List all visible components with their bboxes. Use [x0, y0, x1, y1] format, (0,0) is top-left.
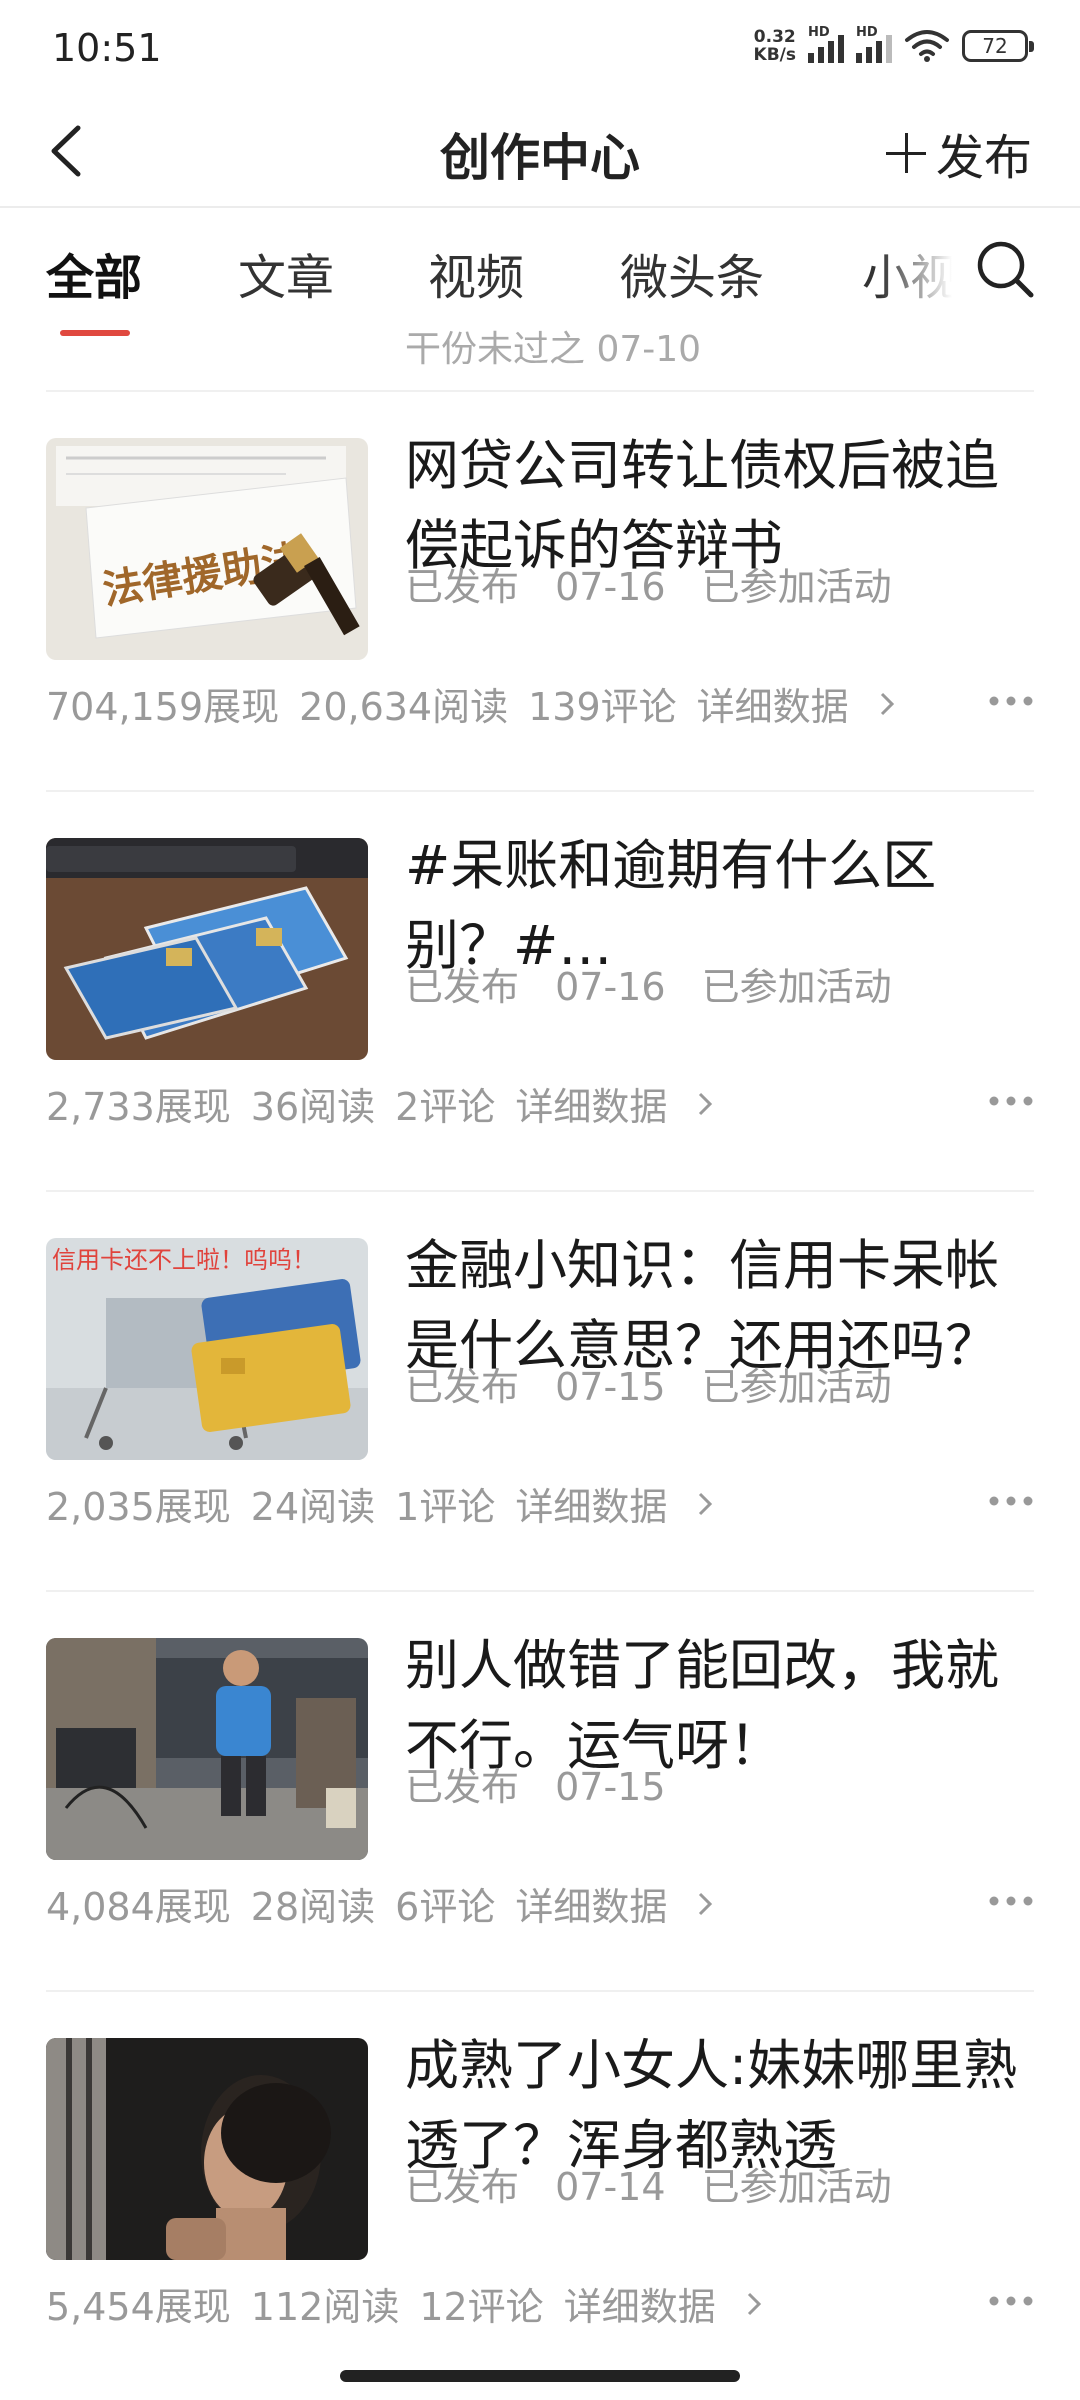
search-icon[interactable]	[974, 238, 1036, 300]
wifi-icon	[905, 30, 949, 62]
reads-count: 36阅读	[250, 1085, 376, 1129]
more-options-icon[interactable]	[988, 1095, 1034, 1107]
publish-status: 已发布	[405, 1365, 520, 1409]
detail-data-link[interactable]: 详细数据	[697, 676, 895, 731]
net-speed: 0.32 KB/s	[754, 28, 796, 64]
views-count: 704,159展现	[46, 685, 280, 729]
list-item[interactable]: 信用卡还不上啦！呜呜！ 金融小知识：信用卡呆帐是什么意思？还用还吗？ 已发布 0…	[0, 1190, 1080, 1590]
more-options-icon[interactable]	[988, 1495, 1034, 1507]
views-count: 2,733展现	[46, 1085, 231, 1129]
publish-status: 已发布	[405, 565, 520, 609]
publish-date: 07-16	[555, 965, 666, 1009]
tab-bar: 全部 文章 视频 微头条 小视	[0, 208, 1080, 338]
tab-articles[interactable]: 文章	[238, 238, 334, 308]
battery-icon: 72	[962, 30, 1034, 62]
item-stats: 2,733展现 36阅读 2评论 详细数据	[46, 1076, 713, 1131]
reads-count: 20,634阅读	[299, 685, 509, 729]
tab-all[interactable]: 全部	[46, 238, 142, 308]
item-meta: 已发布 07-16 已参加活动	[405, 556, 916, 611]
publish-date: 07-15	[555, 1765, 666, 1809]
publish-date: 07-15	[555, 1365, 666, 1409]
thumbnail	[46, 838, 368, 1060]
thumbnail	[46, 1638, 368, 1860]
detail-data-link[interactable]: 详细数据	[515, 1476, 713, 1531]
thumbnail-caption: 信用卡还不上啦！呜呜！	[52, 1246, 316, 1274]
detail-label: 详细数据	[563, 2285, 716, 2329]
reads-count: 28阅读	[250, 1885, 376, 1929]
thumbnail: 信用卡还不上啦！呜呜！	[46, 1238, 368, 1460]
more-options-icon[interactable]	[988, 695, 1034, 707]
detail-data-link[interactable]: 详细数据	[515, 1876, 713, 1931]
views-count: 5,454展现	[46, 2285, 231, 2329]
item-stats: 2,035展现 24阅读 1评论 详细数据	[46, 1476, 713, 1531]
detail-label: 详细数据	[515, 1885, 668, 1929]
plus-icon	[885, 133, 926, 173]
thumbnail: 法律援助法	[46, 438, 368, 660]
active-tab-indicator	[60, 330, 130, 336]
item-stats: 4,084展现 28阅读 6评论 详细数据	[46, 1876, 713, 1931]
list-item[interactable]: 成熟了小女人:妹妹哪里熟透了？浑身都熟透 已发布 07-14 已参加活动 5,4…	[0, 1990, 1080, 2390]
item-meta: 已发布 07-15 已参加活动	[405, 1356, 916, 1411]
status-time: 10:51	[52, 26, 162, 70]
reads-count: 112阅读	[250, 2285, 400, 2329]
publish-date: 07-14	[555, 2165, 666, 2209]
list-item[interactable]: #呆账和逾期有什么区别？#… 已发布 07-16 已参加活动 2,733展现 3…	[0, 790, 1080, 1190]
publish-status: 已发布	[405, 1765, 520, 1809]
publish-date: 07-16	[555, 565, 666, 609]
activity-badge: 已参加活动	[701, 565, 892, 609]
publish-button[interactable]: 发布	[885, 118, 1032, 188]
views-count: 2,035展现	[46, 1485, 231, 1529]
activity-badge: 已参加活动	[701, 2165, 892, 2209]
previous-item-meta: 干份未过之 07-10	[405, 329, 702, 370]
chevron-right-icon	[880, 692, 894, 715]
item-stats: 5,454展现 112阅读 12评论 详细数据	[46, 2276, 762, 2331]
item-meta: 已发布 07-16 已参加活动	[405, 956, 916, 1011]
publish-status: 已发布	[405, 2165, 520, 2209]
publish-label: 发布	[935, 130, 1032, 186]
chevron-right-icon	[699, 1892, 713, 1915]
publish-status: 已发布	[405, 965, 520, 1009]
signal-icon: HD	[808, 25, 844, 63]
reads-count: 24阅读	[250, 1485, 376, 1529]
tab-fade	[880, 208, 970, 338]
tab-micro-posts[interactable]: 微头条	[620, 238, 764, 308]
more-options-icon[interactable]	[988, 1895, 1034, 1907]
chevron-right-icon	[699, 1092, 713, 1115]
thumbnail	[46, 2038, 368, 2260]
item-meta: 已发布 07-14 已参加活动	[405, 2156, 916, 2211]
hd-label: HD	[856, 25, 878, 40]
views-count: 4,084展现	[46, 1885, 231, 1929]
home-indicator[interactable]	[340, 2370, 740, 2382]
activity-badge: 已参加活动	[701, 965, 892, 1009]
detail-data-link[interactable]: 详细数据	[515, 1076, 713, 1131]
status-bar: 10:51 0.32 KB/s HD HD 72	[0, 0, 1080, 96]
chevron-right-icon	[747, 2292, 761, 2315]
more-options-icon[interactable]	[988, 2295, 1034, 2307]
net-speed-unit: KB/s	[753, 45, 796, 65]
nav-bar: 创作中心 发布	[0, 96, 1080, 208]
detail-data-link[interactable]: 详细数据	[564, 2276, 762, 2331]
item-meta: 已发布 07-15	[405, 1756, 690, 1811]
item-stats: 704,159展现 20,634阅读 139评论 详细数据	[46, 676, 895, 731]
tab-videos[interactable]: 视频	[428, 238, 524, 308]
list-item[interactable]: 法律援助法 网贷公司转让债权后被追偿起诉的答辩书 已发布 07-16 已参加活动…	[0, 390, 1080, 790]
chevron-right-icon	[699, 1492, 713, 1515]
detail-label: 详细数据	[515, 1085, 668, 1129]
comments-count: 139评论	[528, 685, 677, 729]
net-speed-value: 0.32	[753, 27, 796, 47]
signal-icon: HD	[856, 25, 892, 63]
detail-label: 详细数据	[696, 685, 849, 729]
comments-count: 12评论	[419, 2285, 544, 2329]
list-item[interactable]: 别人做错了能回改，我就不行。运气呀！ 已发布 07-15 4,084展现 28阅…	[0, 1590, 1080, 1990]
comments-count: 1评论	[395, 1485, 496, 1529]
hd-label: HD	[808, 25, 830, 40]
activity-badge: 已参加活动	[701, 1365, 892, 1409]
comments-count: 6评论	[395, 1885, 496, 1929]
status-icons: 0.32 KB/s HD HD 72	[754, 25, 1034, 64]
comments-count: 2评论	[395, 1085, 496, 1129]
detail-label: 详细数据	[515, 1485, 668, 1529]
